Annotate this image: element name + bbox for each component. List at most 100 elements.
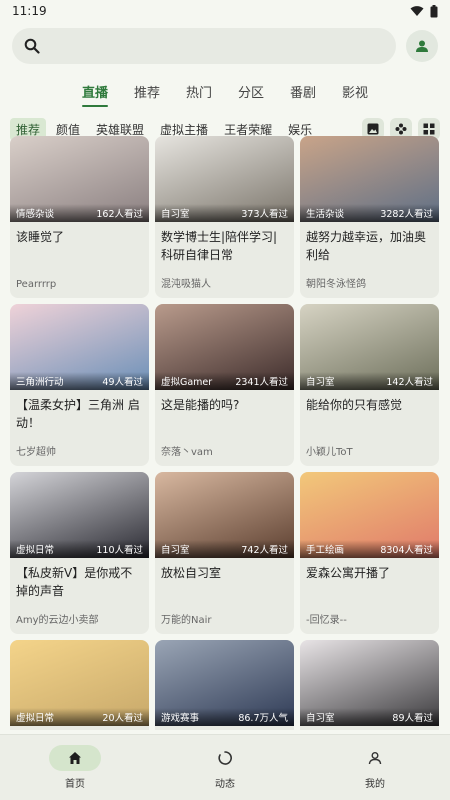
wifi-icon [410, 6, 424, 16]
loading-circle-icon [218, 751, 232, 765]
streamer-name: Pearrrrp [16, 279, 57, 290]
streamer-name: 混沌吸猫人 [161, 279, 211, 290]
search-box[interactable] [12, 28, 396, 64]
streamer-name: 朝阳冬泳怪鸽 [306, 279, 366, 290]
view-count: 2341人看过 [235, 377, 288, 388]
stream-title: 【温柔女护】三角洲 启动！ [16, 398, 140, 430]
stream-card[interactable]: 虚拟Gamer 2341人看过这是能播的吗? 奈落丶vam [155, 304, 294, 466]
search-row [0, 22, 450, 66]
home-icon-wrap [49, 745, 101, 771]
view-count: 373人看过 [241, 209, 288, 220]
nav-mine-label: 我的 [365, 779, 385, 790]
stream-category: 生活杂谈 [306, 209, 345, 220]
thumbnail-overlay: 生活杂谈 3282人看过 [300, 204, 439, 222]
stream-category: 三角洲行动 [16, 377, 64, 388]
stream-card[interactable]: 生活杂谈 3282人看过越努力越幸运，加油奥利给朝阳冬泳怪鸽 [300, 136, 439, 298]
stream-thumbnail: 虚拟日常 110人看过 [10, 472, 149, 558]
stream-title: 越努力越幸运，加油奥利给 [306, 230, 427, 262]
person-icon [416, 40, 428, 52]
view-count: 742人看过 [241, 545, 288, 556]
stream-thumbnail: 自习室 373人看过 [155, 136, 294, 222]
stream-category: 虚拟Gamer [161, 377, 213, 388]
streamer-name: 万能的Nair [161, 615, 212, 626]
view-count: 49人看过 [102, 377, 143, 388]
tab-live[interactable]: 直播 [80, 76, 110, 107]
stream-category: 自习室 [161, 545, 190, 556]
stream-title [10, 726, 149, 730]
status-bar: 11:19 [0, 0, 450, 22]
home-icon [69, 752, 81, 764]
nav-mine[interactable]: 我的 [330, 745, 420, 790]
view-count: 142人看过 [386, 377, 433, 388]
tab-hot[interactable]: 热门 [184, 76, 214, 107]
thumbnail-overlay: 手工绘画 8304人看过 [300, 540, 439, 558]
main-tabs: 直播 推荐 热门 分区 番剧 影视 [0, 72, 450, 110]
view-count: 162人看过 [96, 209, 143, 220]
profile-button[interactable] [406, 30, 438, 62]
stream-category: 手工绘画 [306, 545, 345, 556]
status-time: 11:19 [12, 4, 47, 18]
view-count: 110人看过 [96, 545, 143, 556]
stream-title [300, 726, 439, 730]
stream-card[interactable]: 虚拟日常 110人看过 【私皮新V】是你戒不掉的声音 Amy的云边小卖部 [10, 472, 149, 634]
streamer-name: 奈落丶vam [161, 447, 213, 458]
grid-icon [423, 123, 435, 135]
stream-category: 虚拟日常 [16, 713, 55, 724]
thumbnail-overlay: 自习室 742人看过 [155, 540, 294, 558]
stream-category: 游戏赛事 [161, 713, 200, 724]
stream-thumbnail: 生活杂谈 3282人看过 [300, 136, 439, 222]
thumbnail-overlay: 虚拟Gamer 2341人看过 [155, 372, 294, 390]
feed-icon-wrap [199, 745, 251, 771]
stream-title: 爱森公寓开播了 [306, 566, 391, 580]
stream-card[interactable]: 自习室 89人看过 [300, 640, 439, 730]
thumbnail-overlay: 虚拟日常 20人看过 [10, 708, 149, 726]
tab-anime[interactable]: 番剧 [288, 76, 318, 107]
stream-card[interactable]: 手工绘画 8304人看过爱森公寓开播了 -回忆录-- [300, 472, 439, 634]
battery-icon [430, 4, 438, 17]
thumbnail-overlay: 情感杂谈 162人看过 [10, 204, 149, 222]
streamer-name: 七岁超帅 [16, 447, 56, 458]
stream-card[interactable]: 情感杂谈 162人看过该睡觉了 Pearrrrp [10, 136, 149, 298]
thumbnail-overlay: 游戏赛事 86.7万人气 [155, 708, 294, 726]
tab-partition[interactable]: 分区 [236, 76, 266, 107]
image-icon [367, 123, 379, 135]
nav-home[interactable]: 首页 [30, 745, 120, 790]
tab-recommend[interactable]: 推荐 [132, 76, 162, 107]
stream-title: 放松自习室 [161, 566, 222, 580]
stream-card[interactable]: 虚拟日常 20人看过 [10, 640, 149, 730]
stream-thumbnail: 三角洲行动 49人看过 [10, 304, 149, 390]
view-count: 3282人看过 [380, 209, 433, 220]
stream-card[interactable]: 三角洲行动 49人看过【温柔女护】三角洲 启动！ 七岁超帅 [10, 304, 149, 466]
stream-title: 该睡觉了 [16, 230, 65, 244]
view-count: 8304人看过 [380, 545, 433, 556]
nav-feed[interactable]: 动态 [180, 745, 270, 790]
view-count: 20人看过 [102, 713, 143, 724]
stream-category: 自习室 [306, 713, 335, 724]
stream-thumbnail: 自习室 742人看过 [155, 472, 294, 558]
view-count: 89人看过 [392, 713, 433, 724]
bottom-nav: 首页 动态 我的 [0, 734, 450, 800]
stream-thumbnail: 自习室 89人看过 [300, 640, 439, 726]
stream-title: 这是能播的吗? [161, 398, 240, 412]
search-icon [24, 38, 40, 54]
streamer-name: -回忆录-- [306, 615, 347, 626]
streamer-name: 小颖儿ToT [306, 447, 353, 458]
stream-thumbnail: 情感杂谈 162人看过 [10, 136, 149, 222]
search-input[interactable] [48, 38, 384, 54]
stream-card[interactable]: 自习室 142人看过 能给你的只有感觉 小颖儿ToT [300, 304, 439, 466]
nav-feed-label: 动态 [215, 779, 235, 790]
mine-icon-wrap [349, 745, 401, 771]
thumbnail-overlay: 三角洲行动 49人看过 [10, 372, 149, 390]
stream-title: 能给你的只有感觉 [306, 398, 403, 412]
stream-thumbnail: 游戏赛事 86.7万人气 [155, 640, 294, 726]
stream-thumbnail: 手工绘画 8304人看过 [300, 472, 439, 558]
stream-title [155, 726, 294, 730]
stream-card[interactable]: 自习室 742人看过放松自习室万能的Nair [155, 472, 294, 634]
stream-card[interactable]: 自习室 373人看过 数学博士生|陪伴学习|科研自律日常 混沌吸猫人 [155, 136, 294, 298]
nav-home-label: 首页 [65, 779, 85, 790]
stream-category: 虚拟日常 [16, 545, 55, 556]
stream-thumbnail: 虚拟日常 20人看过 [10, 640, 149, 726]
thumbnail-overlay: 虚拟日常 110人看过 [10, 540, 149, 558]
stream-card[interactable]: 游戏赛事 86.7万人气 [155, 640, 294, 730]
tab-film[interactable]: 影视 [340, 76, 370, 107]
